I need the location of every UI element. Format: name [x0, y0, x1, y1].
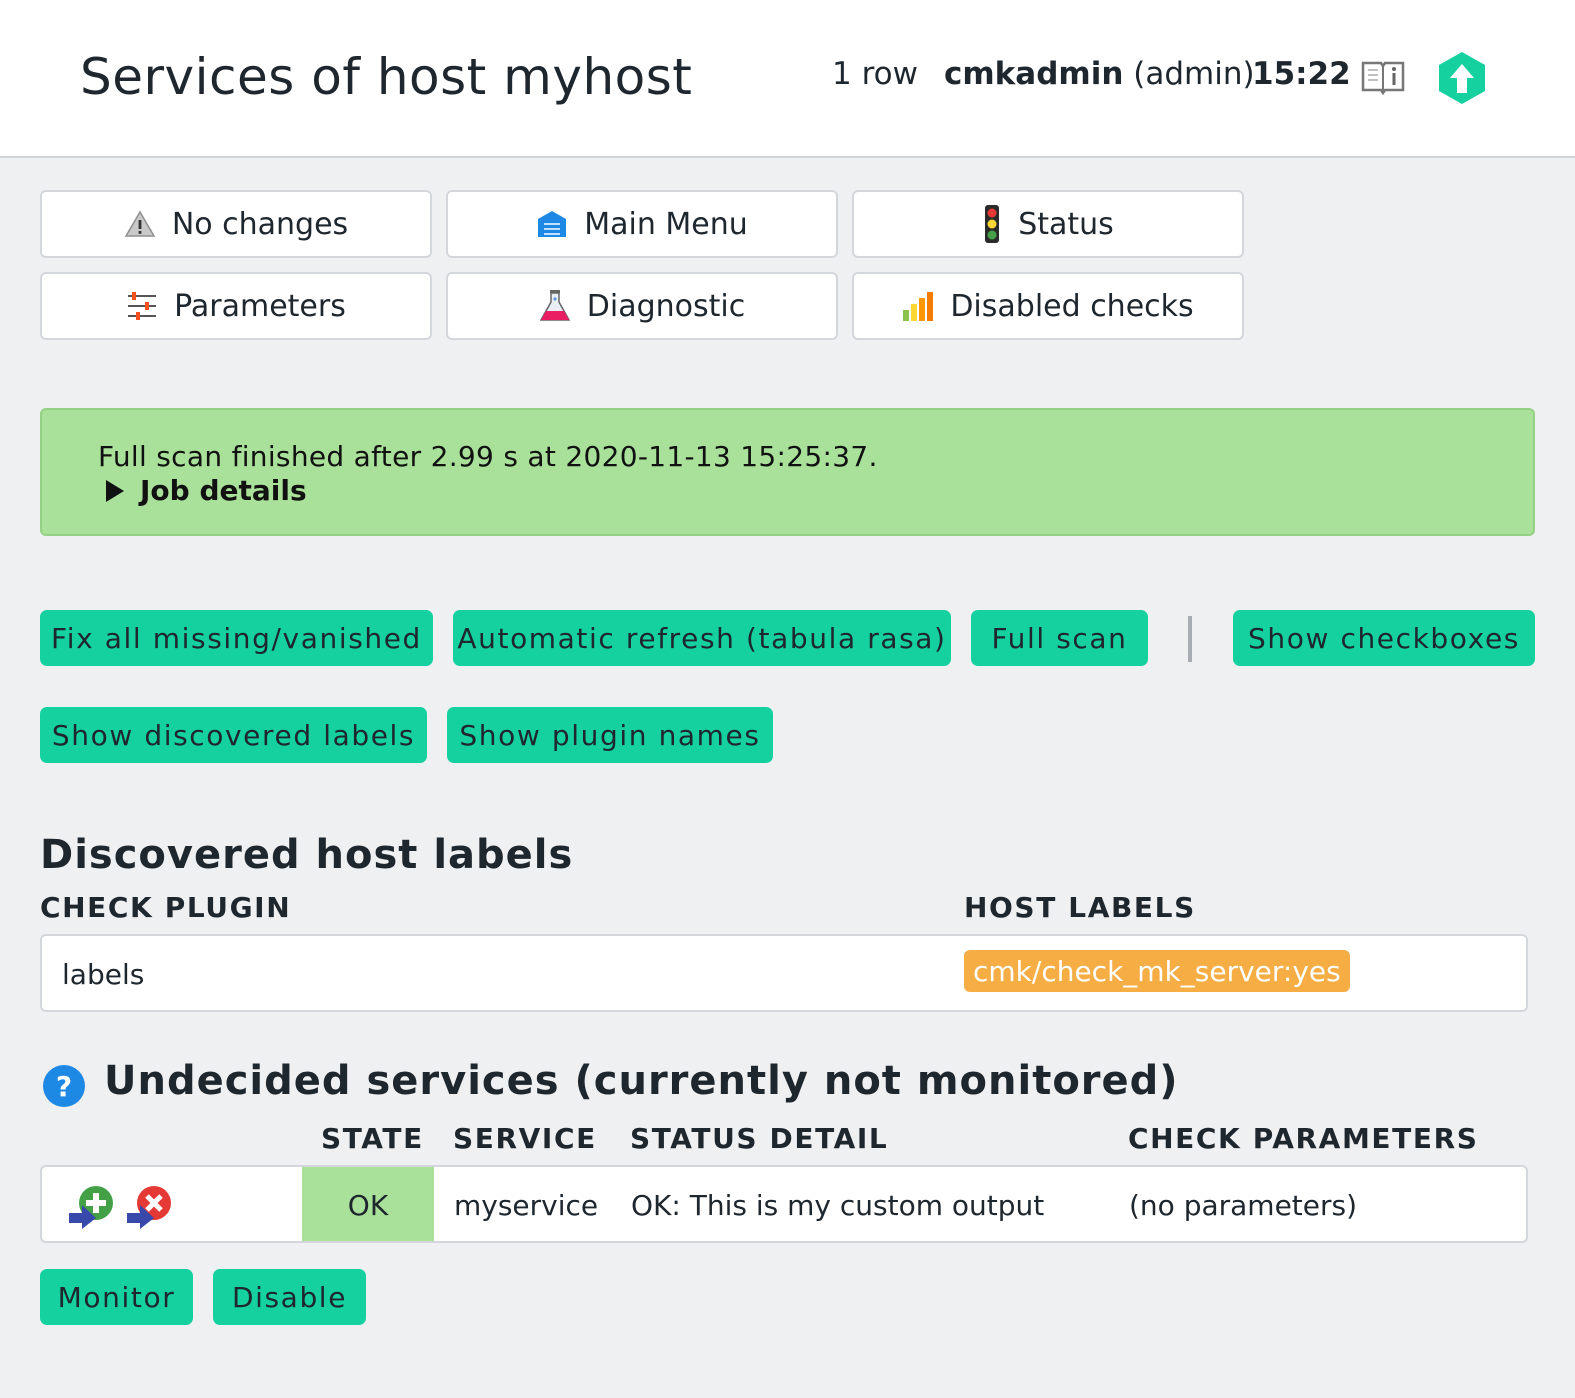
user-role: (admin) — [1133, 56, 1255, 92]
automatic-refresh-button[interactable]: Automatic refresh (tabula rasa) — [453, 610, 951, 666]
main-menu-button[interactable]: Main Menu — [446, 190, 838, 258]
job-details-toggle[interactable]: Job details — [106, 474, 307, 507]
state-cell: OK — [302, 1167, 434, 1241]
parameters-button[interactable]: Parameters — [40, 272, 432, 340]
monitor-button[interactable]: Monitor — [40, 1269, 193, 1325]
host-labels-table: labels cmk/check_mk_server:yes — [40, 934, 1528, 1012]
clock: 15:22 — [1252, 56, 1351, 92]
parameters-label: Parameters — [174, 288, 346, 324]
diagnostic-button[interactable]: Diagnostic — [446, 272, 838, 340]
page-title: Services of host myhost — [80, 48, 693, 106]
no-changes-button[interactable]: No changes — [40, 190, 432, 258]
disabled-checks-button[interactable]: Disabled checks — [852, 272, 1244, 340]
undecided-title: Undecided services (currently not monito… — [104, 1058, 1179, 1104]
col-state: STATE — [321, 1122, 424, 1155]
full-scan-button[interactable]: Full scan — [971, 610, 1148, 666]
service-cell: myservice — [454, 1189, 599, 1222]
col-check-parameters: CHECK PARAMETERS — [1128, 1122, 1479, 1155]
check-parameters-cell: (no parameters) — [1129, 1189, 1358, 1222]
bar-chart-icon — [903, 292, 934, 321]
warning-icon — [124, 210, 156, 237]
undecided-services-table: OK myservice OK: This is my custom outpu… — [40, 1165, 1528, 1243]
svg-text:?: ? — [56, 1070, 72, 1103]
job-details-label: Job details — [140, 474, 307, 507]
user-info: cmkadmin (admin) — [944, 56, 1255, 92]
parameters-icon — [128, 292, 157, 320]
col-check-plugin: CHECK PLUGIN — [40, 891, 292, 924]
no-changes-label: No changes — [171, 206, 349, 242]
disable-service-icon[interactable] — [126, 1183, 176, 1229]
user-name: cmkadmin — [944, 56, 1124, 92]
book-icon[interactable] — [1360, 58, 1406, 96]
disabled-checks-label: Disabled checks — [950, 288, 1194, 324]
plugin-cell: labels — [62, 958, 145, 991]
show-discovered-labels-button[interactable]: Show discovered labels — [40, 707, 427, 763]
col-host-labels: HOST LABELS — [964, 891, 1196, 924]
monitor-service-icon[interactable] — [68, 1183, 118, 1229]
flask-icon — [539, 290, 571, 321]
show-plugin-names-button[interactable]: Show plugin names — [447, 707, 773, 763]
message-text: Full scan finished after 2.99 s at 2020-… — [98, 440, 878, 473]
host-label-tag[interactable]: cmk/check_mk_server:yes — [964, 950, 1350, 992]
status-label: Status — [1018, 206, 1114, 242]
main-menu-label: Main Menu — [584, 206, 748, 242]
row-count: 1 row — [832, 56, 918, 92]
expand-triangle-icon — [106, 479, 124, 502]
success-message: Full scan finished after 2.99 s at 2020-… — [40, 408, 1535, 536]
checkmk-logo-icon[interactable] — [1436, 50, 1488, 106]
main-menu-icon — [538, 211, 567, 237]
button-separator — [1188, 616, 1192, 662]
top-bar: Services of host myhost 1 row cmkadmin (… — [0, 0, 1575, 158]
diagnostic-label: Diagnostic — [586, 288, 746, 324]
show-checkboxes-button[interactable]: Show checkboxes — [1233, 610, 1535, 666]
status-detail-cell: OK: This is my custom output — [631, 1189, 1045, 1222]
host-labels-title: Discovered host labels — [40, 832, 574, 878]
status-button[interactable]: Status — [852, 190, 1244, 258]
col-status-detail: STATUS DETAIL — [630, 1122, 889, 1155]
col-service: SERVICE — [453, 1122, 597, 1155]
traffic-light-icon — [985, 205, 1000, 243]
fix-all-button[interactable]: Fix all missing/vanished — [40, 610, 433, 666]
disable-button[interactable]: Disable — [213, 1269, 366, 1325]
help-icon[interactable]: ? — [42, 1064, 86, 1108]
